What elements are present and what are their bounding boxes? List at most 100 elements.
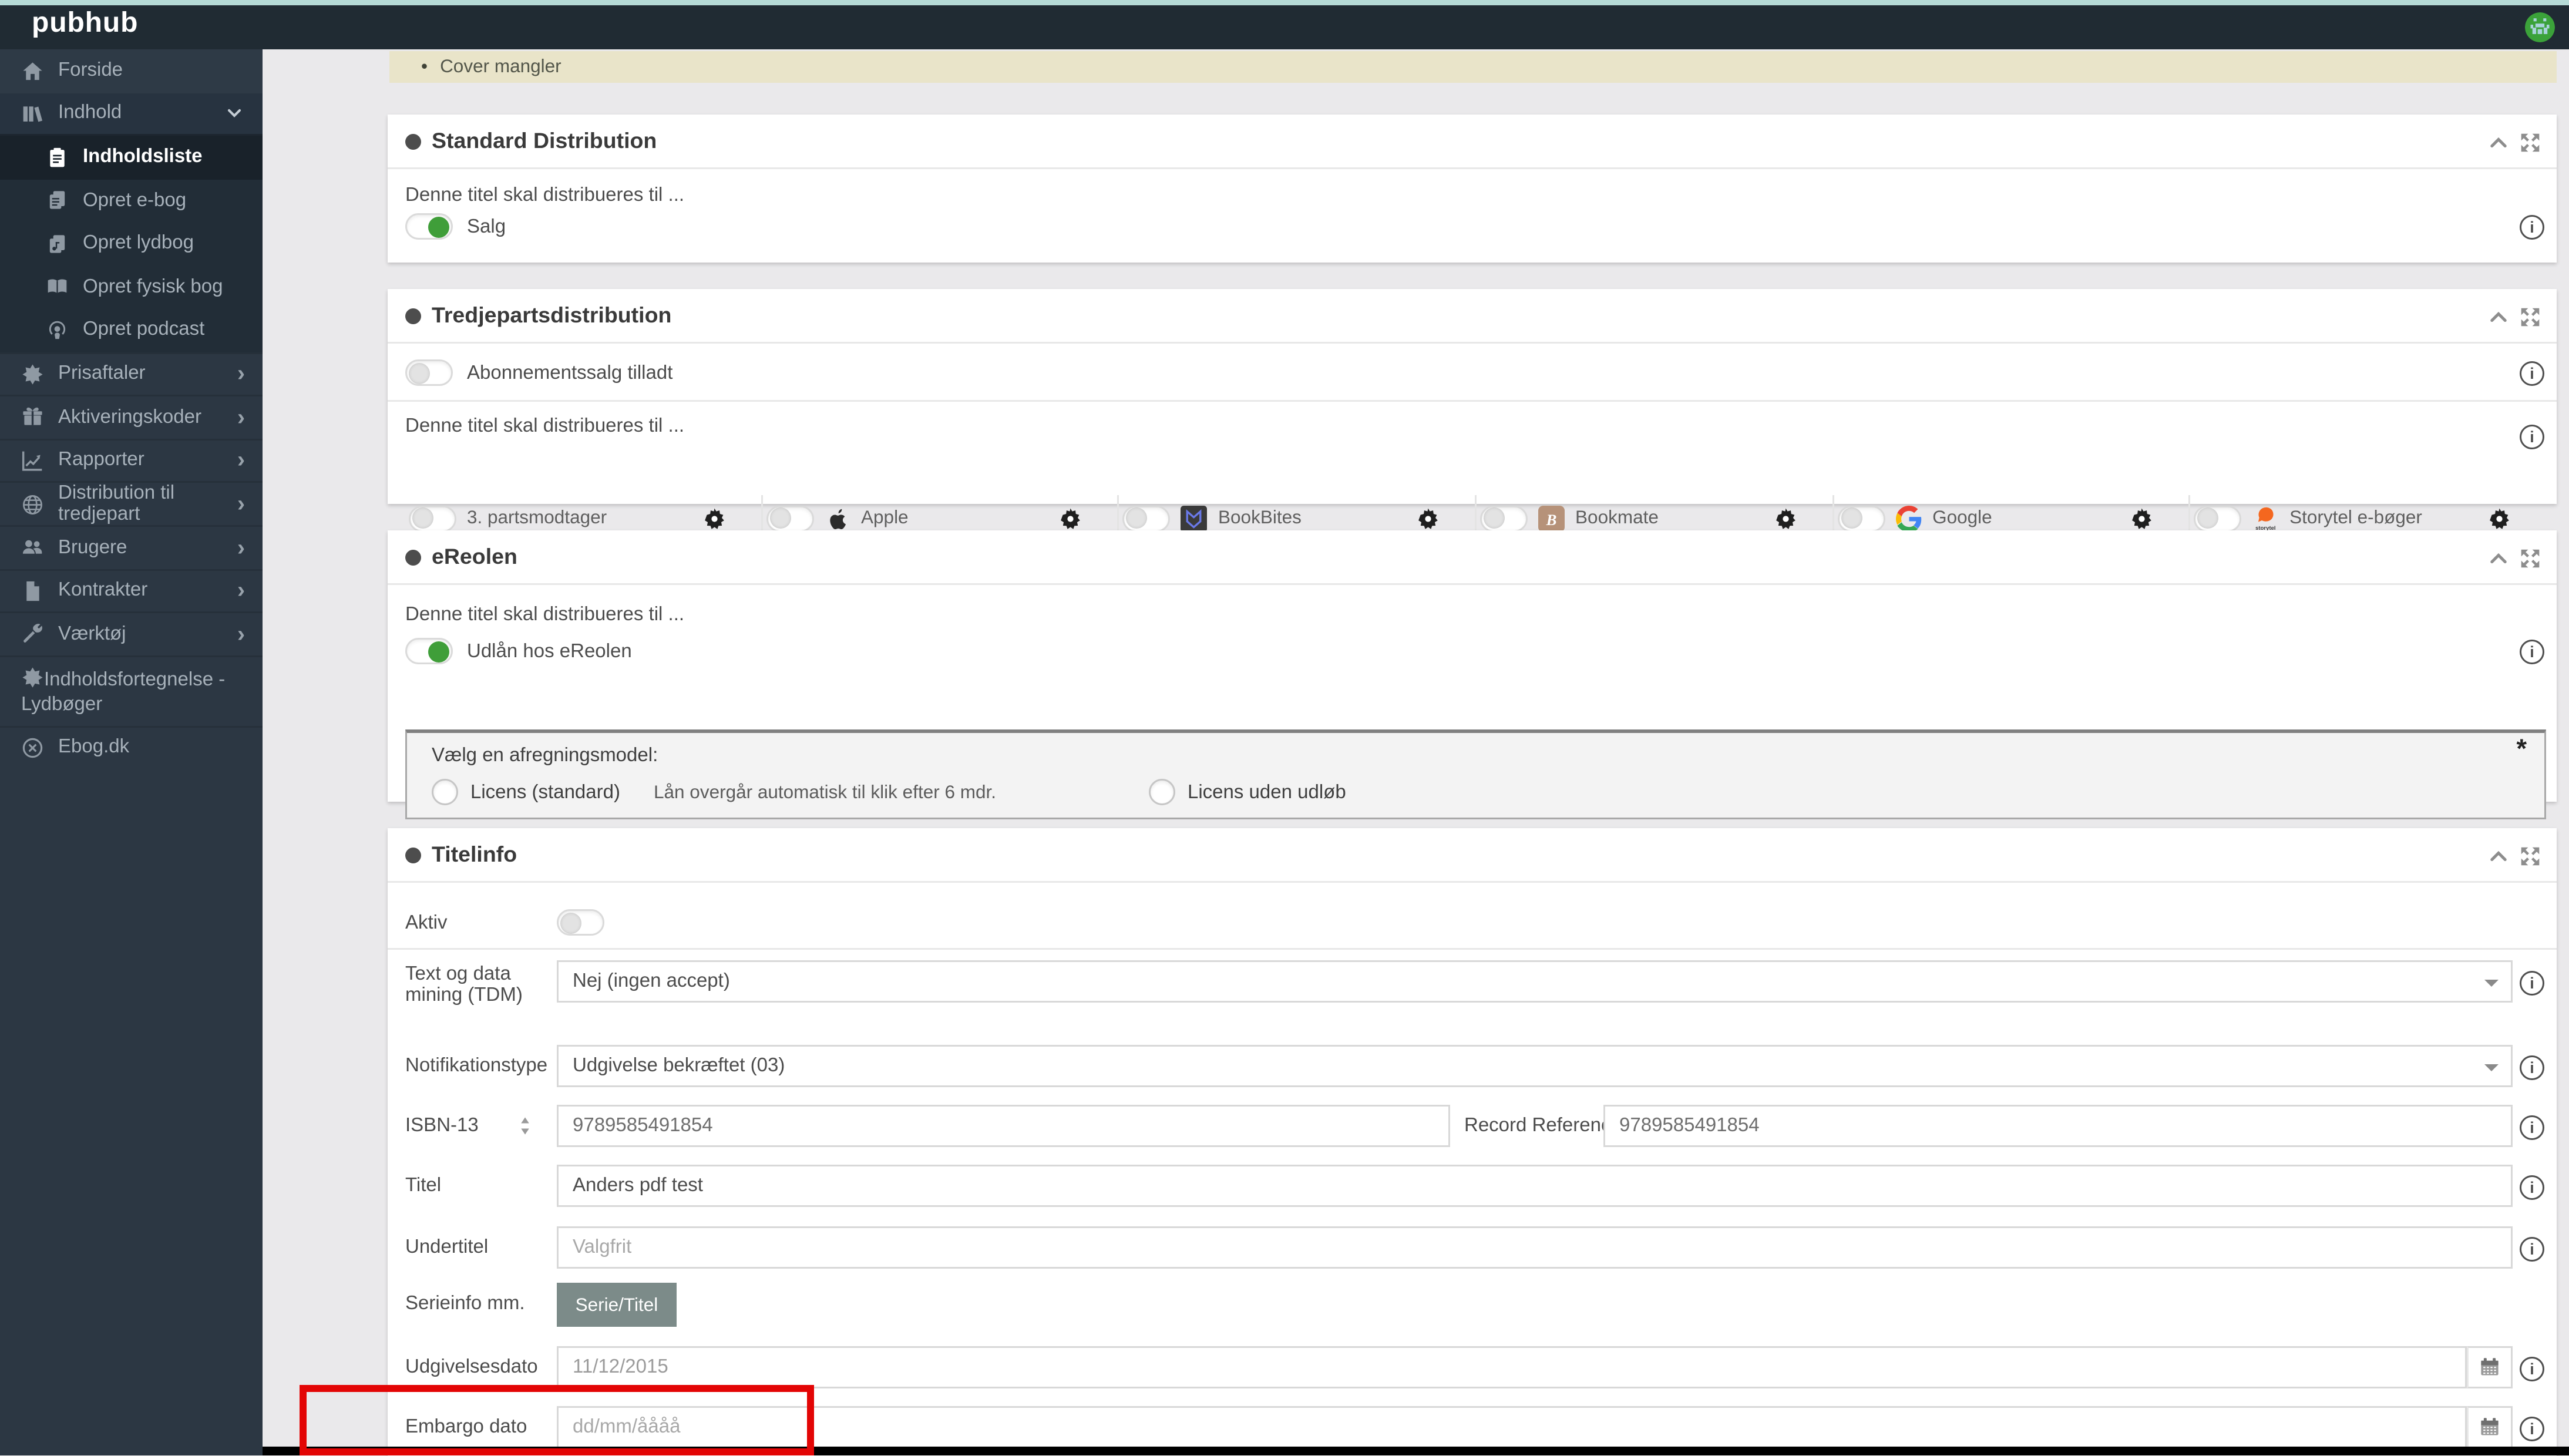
section-title: eReolen: [432, 544, 517, 569]
partner-toggle-apple[interactable]: [766, 505, 814, 532]
info-icon[interactable]: [2520, 1237, 2544, 1262]
sidebar-item-opret-lydbog[interactable]: Opret lydbog: [0, 222, 263, 265]
info-icon[interactable]: [2520, 425, 2544, 449]
partner-toggle-bookbites[interactable]: [1123, 505, 1171, 532]
radio-label: Licens uden udløb: [1188, 781, 1346, 803]
serieinfo-label: Serieinfo mm.: [405, 1293, 525, 1314]
home-icon: [21, 59, 44, 82]
expand-icon[interactable]: [2520, 305, 2541, 327]
abonnement-toggle-label: Abonnementssalg tilladt: [467, 362, 673, 384]
collapse-icon[interactable]: [2488, 844, 2509, 865]
info-icon[interactable]: [2520, 1357, 2544, 1381]
abonnement-toggle-row: Abonnementssalg tilladt: [405, 359, 672, 386]
collapse-icon[interactable]: [2488, 130, 2509, 152]
books-icon: [21, 102, 44, 125]
collapse-icon[interactable]: [2488, 305, 2509, 326]
sidebar-item-ebog-dk[interactable]: Ebog.dk: [0, 725, 263, 768]
gear-icon[interactable]: [1774, 507, 1797, 530]
sidebar-item-prisaftaler[interactable]: Prisaftaler ›: [0, 351, 263, 395]
expand-icon[interactable]: [2520, 844, 2541, 866]
sidebar-item-indholdsfortegnelse-lydb-ger[interactable]: Indholdsfortegnelse - Lydbøger: [0, 654, 263, 725]
toggle-knob: [428, 640, 449, 662]
expand-icon[interactable]: [2520, 546, 2541, 568]
calendar-icon[interactable]: [2467, 1346, 2513, 1388]
sidebar-item-v-rkt-j[interactable]: Værktøj ›: [0, 611, 263, 655]
sidebar-item-indhold[interactable]: Indhold: [0, 92, 263, 136]
divider: [388, 400, 2557, 402]
sidebar-item-distribution-til-tredjepart[interactable]: Distribution til tredjepart ›: [0, 481, 263, 525]
loan-toggle[interactable]: [405, 638, 453, 664]
info-icon[interactable]: [2520, 1417, 2544, 1441]
info-icon[interactable]: [2520, 360, 2544, 385]
sidebar-item-aktiveringskoder[interactable]: Aktiveringskoder ›: [0, 395, 263, 438]
info-icon[interactable]: [2520, 215, 2544, 240]
sidebar-item-opret-e-bog[interactable]: Opret e-bog: [0, 179, 263, 222]
info-icon[interactable]: [2520, 1055, 2544, 1080]
undertitel-row: Undertitel: [388, 1226, 2557, 1269]
sidebar-item-label: Brugere: [58, 537, 127, 559]
info-icon[interactable]: [2520, 1115, 2544, 1140]
sidebar-item-kontrakter[interactable]: Kontrakter ›: [0, 568, 263, 611]
info-icon[interactable]: [2520, 638, 2544, 664]
gear-icon[interactable]: [1417, 507, 1440, 530]
radio-licens-uden-udlob[interactable]: [1149, 779, 1175, 805]
sidebar-item-indholdsliste[interactable]: Indholdsliste: [0, 136, 263, 179]
apple-logo-icon: [824, 505, 850, 532]
sidebar-item-label: Kontrakter: [58, 580, 148, 601]
divider: [388, 948, 2557, 950]
sidebar-item-opret-podcast[interactable]: Opret podcast: [0, 308, 263, 352]
gear-icon[interactable]: [2131, 507, 2154, 530]
toggle-knob: [409, 362, 430, 384]
partner-toggle-bookmate[interactable]: [1480, 505, 1528, 532]
bookbites-logo-icon: [1181, 505, 1208, 532]
sort-icon[interactable]: [515, 1114, 536, 1138]
sidebar-item-rapporter[interactable]: Rapporter ›: [0, 438, 263, 481]
copy-icon: [46, 189, 69, 212]
card-header: eReolen: [388, 530, 2557, 585]
section-bullet-icon: [405, 846, 421, 863]
gear-icon[interactable]: [702, 507, 725, 530]
distribute-to-label: Denne titel skal distribueres til ...: [405, 416, 685, 437]
sidebar-item-opret-fysisk-bog[interactable]: Opret fysisk bog: [0, 265, 263, 308]
sidebar-item-label: Forside: [58, 60, 123, 82]
chevron-right-icon: ›: [237, 533, 245, 560]
salg-toggle-label: Salg: [467, 216, 506, 237]
record-reference-input[interactable]: [1603, 1105, 2513, 1147]
google-logo-icon: [1895, 505, 1922, 532]
chevron-right-icon: ›: [237, 620, 245, 647]
sidebar: Forside Indhold Indholdsliste Opret e-bog Op…: [0, 49, 263, 1456]
aktiv-toggle[interactable]: [557, 909, 604, 936]
settlement-option-standard: Licens (standard) Lån overgår automatisk…: [432, 779, 996, 805]
toggle-knob: [2198, 507, 2220, 529]
udgivelsesdato-input[interactable]: [557, 1346, 2467, 1388]
radio-licens-standard[interactable]: [432, 779, 458, 805]
loan-toggle-row: Udlån hos eReolen: [405, 638, 632, 664]
expand-icon[interactable]: [2520, 130, 2541, 152]
abonnement-toggle[interactable]: [405, 359, 453, 386]
distribute-to-label: Denne titel skal distribueres til ...: [405, 604, 685, 626]
chevron-right-icon: ›: [237, 359, 245, 386]
serie-titel-button[interactable]: Serie/Titel: [557, 1283, 677, 1327]
tdm-select[interactable]: Nej (ingen accept): [557, 960, 2513, 1003]
info-icon[interactable]: [2520, 1175, 2544, 1200]
notifikationstype-select[interactable]: Udgivelse bekræftet (03): [557, 1045, 2513, 1087]
partner-toggle-google[interactable]: [1837, 505, 1885, 532]
info-icon[interactable]: [2520, 971, 2544, 996]
partner-toggle-storytel-e-b-ger[interactable]: [2194, 505, 2242, 532]
sidebar-item-forside[interactable]: Forside: [0, 49, 263, 93]
isbn-input[interactable]: [557, 1105, 1450, 1147]
settlement-panel: Vælg en afregningsmodel: * Licens (stand…: [405, 729, 2546, 819]
card-header: Tredjepartsdistribution: [388, 289, 2557, 344]
udgivelsesdato-row: Udgivelsesdato: [388, 1346, 2557, 1388]
undertitel-input[interactable]: [557, 1226, 2513, 1269]
titel-input[interactable]: [557, 1165, 2513, 1207]
sidebar-item-brugere[interactable]: Brugere ›: [0, 525, 263, 569]
gear-icon[interactable]: [1060, 507, 1082, 530]
salg-toggle[interactable]: [405, 213, 453, 240]
collapse-icon[interactable]: [2488, 546, 2509, 567]
user-avatar[interactable]: [2525, 12, 2555, 42]
gear-icon[interactable]: [2488, 507, 2511, 530]
partner-toggle-3-partsmodtager[interactable]: [409, 505, 456, 532]
embargo-input[interactable]: [557, 1406, 2467, 1448]
calendar-icon[interactable]: [2467, 1406, 2513, 1448]
